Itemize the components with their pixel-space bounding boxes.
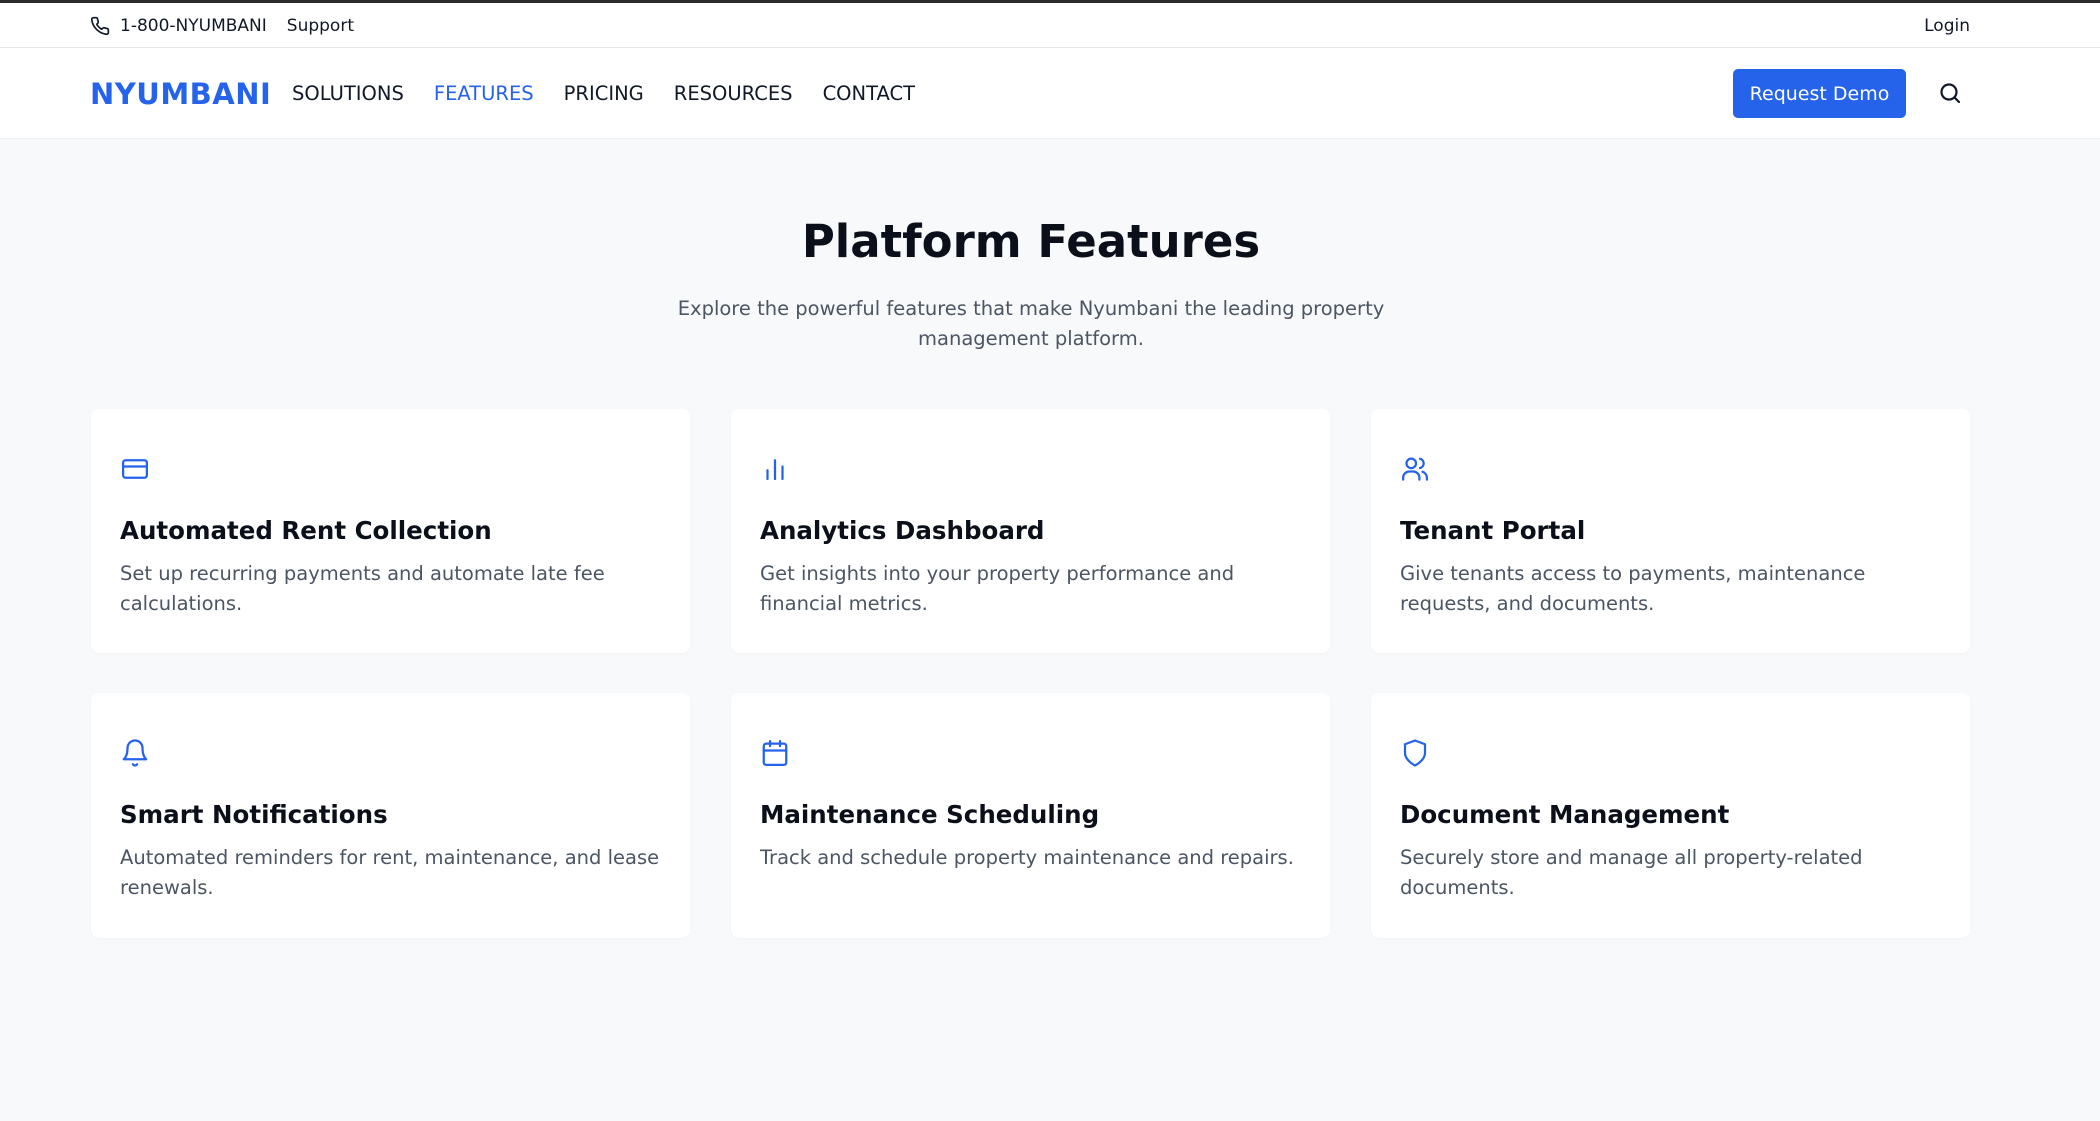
phone-number: 1-800-NYUMBANI: [120, 15, 267, 36]
top-bar-contact: 1-800-NYUMBANI Support: [90, 3, 354, 48]
top-bar: 1-800-NYUMBANI Support Login: [0, 0, 2100, 48]
bell-icon: [122, 739, 148, 767]
bar-chart-icon: [766, 459, 784, 481]
feature-card-notifications: Smart Notifications Automated reminders …: [91, 693, 690, 938]
phone-link[interactable]: 1-800-NYUMBANI: [90, 16, 267, 36]
feature-card-documents: Document Management Securely store and m…: [1371, 693, 1970, 938]
feature-card-rent-collection: Automated Rent Collection Set up recurri…: [91, 409, 690, 653]
request-demo-button[interactable]: Request Demo: [1733, 69, 1906, 118]
nav-links: SOLUTIONS FEATURES PRICING RESOURCES CON…: [292, 48, 915, 139]
hero-section: Platform Features Explore the powerful f…: [0, 210, 2062, 354]
logo[interactable]: NYUMBANI: [90, 48, 271, 139]
feature-title: Tenant Portal: [1400, 516, 1586, 545]
main-navbar: NYUMBANI SOLUTIONS FEATURES PRICING RESO…: [0, 48, 2100, 139]
feature-card-analytics: Analytics Dashboard Get insights into yo…: [731, 409, 1330, 653]
credit-card-icon: [122, 459, 148, 479]
nav-item-features[interactable]: FEATURES: [434, 82, 534, 105]
feature-description: Track and schedule property maintenance …: [760, 846, 1294, 869]
feature-title: Smart Notifications: [120, 800, 388, 829]
feature-card-tenant-portal: Tenant Portal Give tenants access to pay…: [1371, 409, 1970, 653]
feature-description: Give tenants access to payments, mainten…: [1400, 562, 1866, 615]
search-button[interactable]: [1935, 78, 1965, 108]
nav-item-resources[interactable]: RESOURCES: [674, 82, 793, 105]
nav-item-solutions[interactable]: SOLUTIONS: [292, 82, 404, 105]
login-link[interactable]: Login: [1924, 16, 1970, 36]
users-icon: [1402, 457, 1429, 481]
feature-description: Set up recurring payments and automate l…: [120, 562, 605, 615]
feature-card-maintenance: Maintenance Scheduling Track and schedul…: [731, 693, 1330, 938]
nav-item-contact[interactable]: CONTACT: [823, 82, 915, 105]
nav-item-pricing[interactable]: PRICING: [564, 82, 644, 105]
feature-title: Analytics Dashboard: [760, 516, 1045, 545]
page-subtitle: Explore the powerful features that make …: [677, 297, 1385, 350]
phone-icon: [90, 16, 110, 36]
shield-icon: [1403, 739, 1427, 767]
page-title: Platform Features: [801, 215, 1261, 268]
feature-description: Get insights into your property performa…: [760, 562, 1235, 615]
support-link[interactable]: Support: [287, 16, 354, 36]
feature-description: Securely store and manage all property-r…: [1400, 846, 1863, 899]
feature-title: Automated Rent Collection: [120, 516, 492, 545]
calendar-icon: [762, 740, 788, 766]
feature-title: Document Management: [1400, 800, 1730, 829]
search-icon: [1940, 83, 1961, 104]
features-grid: Automated Rent Collection Set up recurri…: [91, 409, 1970, 938]
feature-description: Automated reminders for rent, maintenanc…: [120, 846, 660, 899]
feature-title: Maintenance Scheduling: [760, 800, 1100, 829]
